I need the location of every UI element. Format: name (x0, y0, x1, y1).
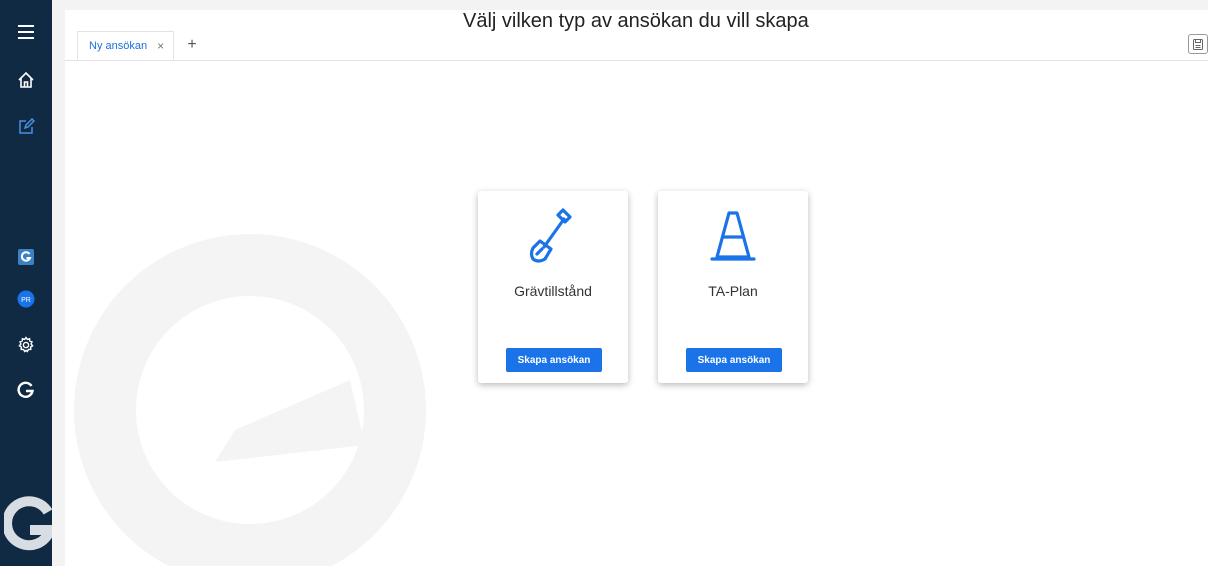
skapa-ansokan-button[interactable]: Skapa ansökan (506, 348, 602, 372)
tab-label: Ny ansökan (89, 39, 148, 52)
settings-icon[interactable] (14, 333, 38, 357)
g-logo-icon[interactable] (14, 378, 38, 402)
save-button[interactable] (1188, 34, 1208, 54)
main-panel: Ny ansökan × + Välj vilken typ av ansöka… (65, 10, 1208, 566)
skapa-ansokan-button[interactable]: Skapa ansökan (686, 348, 782, 372)
tab-ny-ansokan[interactable]: Ny ansökan × (77, 31, 174, 60)
card-label: Grävtillstånd (514, 283, 592, 299)
sidebar: PR (0, 0, 52, 566)
edit-icon[interactable] (14, 114, 38, 138)
avatar-initials: PR (21, 297, 31, 304)
card-ta-plan[interactable]: TA-Plan Skapa ansökan (658, 191, 808, 383)
tab-close-icon[interactable]: × (157, 40, 164, 52)
avatar[interactable]: PR (14, 287, 38, 311)
shovel-icon (529, 208, 572, 263)
card-label: TA-Plan (708, 283, 758, 299)
g-app-icon[interactable] (14, 245, 38, 269)
page-title: Välj vilken typ av ansökan du vill skapa (463, 10, 809, 32)
traffic-cone-icon (710, 211, 756, 261)
home-icon[interactable] (14, 68, 38, 92)
add-tab-button[interactable]: + (180, 33, 204, 57)
save-icon (1193, 38, 1203, 50)
menu-icon[interactable] (14, 20, 38, 44)
background-logo-icon (74, 234, 426, 566)
card-gravtillstand[interactable]: Grävtillstånd Skapa ansökan (478, 191, 628, 383)
brand-watermark-icon (4, 496, 52, 551)
